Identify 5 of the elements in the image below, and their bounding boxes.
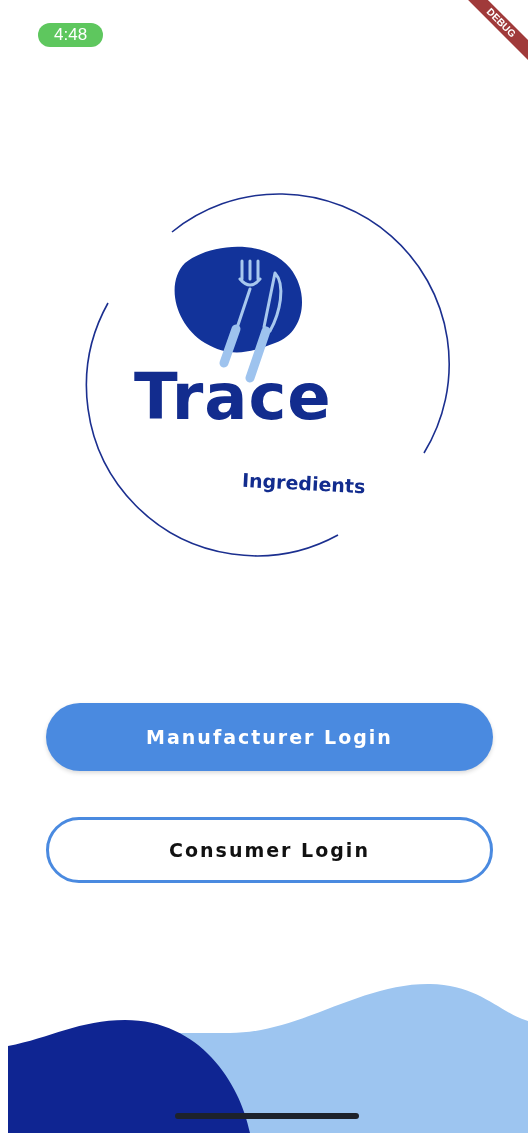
logo-subtitle: Ingredients — [241, 467, 366, 499]
login-button[interactable]: Consumer Login — [46, 817, 493, 883]
login-button[interactable]: Manufacturer Login — [46, 703, 493, 771]
logo-title: Trace — [134, 359, 332, 435]
status-time: 4:48 — [38, 23, 104, 47]
